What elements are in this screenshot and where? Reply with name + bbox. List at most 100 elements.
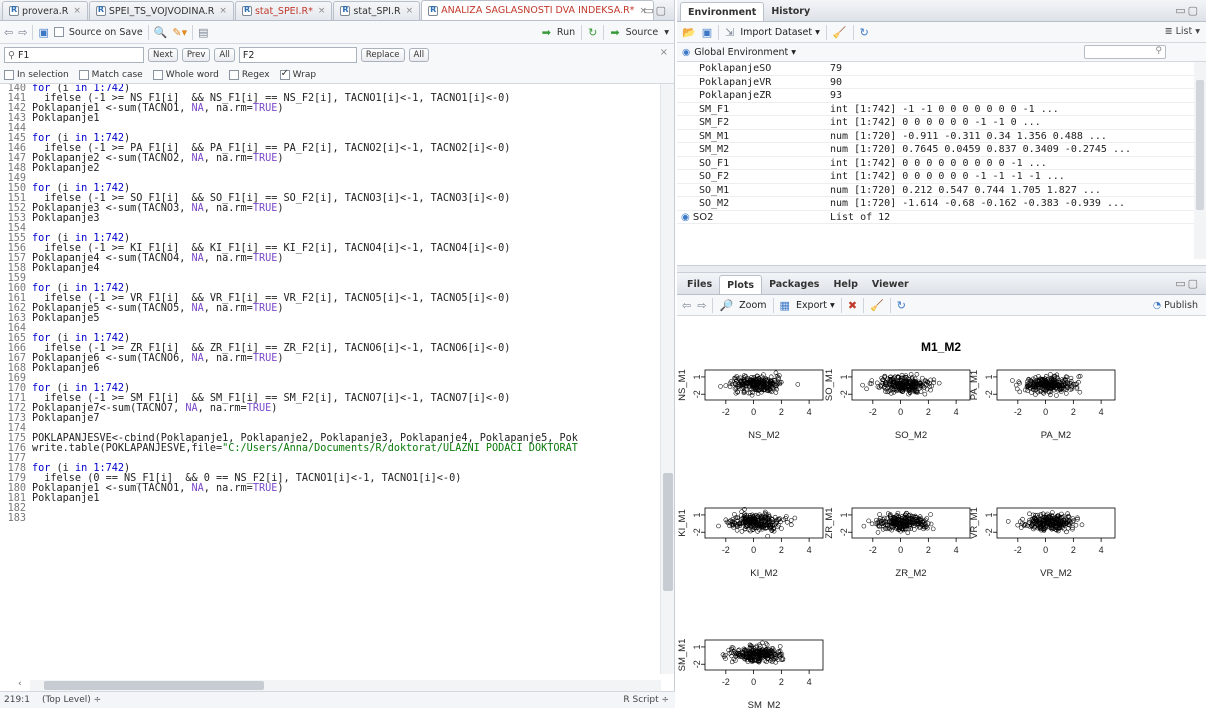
environment-row[interactable]: SM_M1 num [1:720] -0.911 -0.311 0.34 1.35… bbox=[677, 130, 1206, 143]
source-tab[interactable]: stat_SPEI.R* × bbox=[234, 1, 333, 20]
export-icon[interactable]: ▦ bbox=[780, 299, 790, 312]
close-icon[interactable]: × bbox=[318, 6, 326, 16]
pane-splitter[interactable] bbox=[677, 265, 1206, 273]
tab-environment[interactable]: Environment bbox=[680, 2, 765, 21]
environment-row[interactable]: SO_F1 int [1:742] 0 0 0 0 0 0 0 0 0 -1 ..… bbox=[677, 157, 1206, 170]
code-line[interactable]: 153 Poklapanje3 bbox=[0, 213, 675, 224]
code-line[interactable]: 173 Poklapanje7 bbox=[0, 413, 675, 424]
code-line[interactable]: 168 Poklapanje6 bbox=[0, 363, 675, 374]
zoom-button[interactable]: Zoom bbox=[739, 300, 766, 311]
tab-help[interactable]: Help bbox=[826, 275, 864, 294]
back-arrow-icon[interactable]: ⇦ bbox=[682, 299, 691, 312]
scope-dropdown[interactable]: (Top Level) ÷ bbox=[42, 695, 101, 705]
in-selection-option[interactable]: In selection bbox=[4, 69, 69, 80]
checkbox[interactable] bbox=[78, 69, 89, 80]
expand-icon[interactable]: ◉ bbox=[681, 212, 690, 223]
source-tab[interactable]: stat_SPI.R × bbox=[333, 1, 421, 20]
environment-row[interactable]: PoklapanjeZR 93 bbox=[677, 89, 1206, 103]
delete-plot-icon[interactable]: ✖ bbox=[848, 299, 857, 312]
environment-scrollbar[interactable] bbox=[1194, 62, 1206, 259]
code-line[interactable]: 163 Poklapanje5 bbox=[0, 313, 675, 324]
code-line[interactable]: 180 Poklapanje1 <-sum(TACNO1, NA, na.rm=T… bbox=[0, 483, 675, 494]
regex-option[interactable]: Regex bbox=[228, 69, 270, 80]
replace-input[interactable]: F2 bbox=[238, 47, 357, 63]
close-icon[interactable]: × bbox=[73, 6, 81, 16]
code-line[interactable]: 158 Poklapanje4 bbox=[0, 263, 675, 274]
wand-icon[interactable]: ✎▾ bbox=[172, 26, 187, 39]
close-icon[interactable]: × bbox=[406, 6, 414, 16]
source-tab[interactable]: SPEI_TS_VOJVODINA.R × bbox=[88, 1, 234, 20]
scroll-thumb[interactable] bbox=[1196, 80, 1204, 210]
tab-files[interactable]: Files bbox=[680, 275, 719, 294]
checkbox[interactable] bbox=[279, 68, 290, 80]
editor-horizontal-scrollbar[interactable]: ‹ bbox=[18, 679, 661, 691]
source-on-save-checkbox[interactable] bbox=[53, 27, 64, 37]
global-environment-dropdown[interactable]: Global Environment ▾ bbox=[694, 47, 796, 58]
source-tab[interactable]: provera.R × bbox=[2, 1, 88, 20]
find-prev-button[interactable]: Prev bbox=[181, 48, 211, 62]
tab-viewer[interactable]: Viewer bbox=[865, 275, 916, 294]
environment-row[interactable]: SO_F2 int [1:742] 0 0 0 0 0 0 -1 -1 -1 -1… bbox=[677, 170, 1206, 184]
source-tab[interactable]: ANALIZA SAGLASNOSTI DVA INDEKSA.R*× bbox=[421, 0, 654, 20]
code-line[interactable]: 176 write.table(POKLAPANJESVE,file="C:/Us… bbox=[0, 443, 675, 454]
scroll-left-icon[interactable]: ‹ bbox=[18, 679, 22, 689]
code-line[interactable]: 148 Poklapanje2 bbox=[0, 163, 675, 174]
code-line[interactable]: 157 Poklapanje4 <-sum(TACNO4, NA, na.rm=T… bbox=[0, 253, 675, 264]
save-icon[interactable]: ▣ bbox=[38, 26, 48, 39]
environment-row[interactable]: PoklapanjeSO 79 bbox=[677, 62, 1206, 76]
import-dataset-button[interactable]: Import Dataset ▾ bbox=[740, 27, 820, 38]
broom-icon[interactable]: 🧹 bbox=[833, 26, 847, 39]
import-icon[interactable]: ⇲ bbox=[725, 26, 734, 39]
wrap-option[interactable]: Wrap bbox=[279, 68, 316, 80]
environment-row[interactable]: SO_M1 num [1:720] 0.212 0.547 0.744 1.705… bbox=[677, 184, 1206, 197]
run-button[interactable]: Run bbox=[557, 27, 575, 38]
code-line[interactable]: 167 Poklapanje6 <-sum(TACNO6, NA, na.rm=T… bbox=[0, 353, 675, 364]
rerun-icon[interactable]: ↻ bbox=[588, 26, 597, 39]
chevron-down-icon[interactable]: ▾ bbox=[664, 27, 669, 38]
export-button[interactable]: Export ▾ bbox=[796, 300, 835, 311]
window-controls-icon[interactable]: ▭▢ bbox=[1175, 277, 1200, 290]
environment-row[interactable]: SM_F1 int [1:742] -1 -1 0 0 0 0 0 0 0 -1 … bbox=[677, 103, 1206, 116]
scroll-thumb[interactable] bbox=[663, 473, 673, 591]
back-arrow-icon[interactable]: ⇦ bbox=[4, 26, 13, 39]
save-icon[interactable]: ▣ bbox=[702, 26, 712, 39]
tab-history[interactable]: History bbox=[764, 2, 817, 21]
code-editor[interactable]: 140 for (i in 1:742) 141 ifelse (-1 >= NS_… bbox=[0, 84, 675, 691]
tab-plots[interactable]: Plots bbox=[719, 275, 763, 294]
source-button[interactable]: Source bbox=[626, 27, 659, 38]
window-controls-icon[interactable]: ▭▢ bbox=[643, 4, 668, 17]
run-arrow-icon[interactable]: ➡ bbox=[542, 26, 551, 39]
environment-row[interactable]: SM_F2 int [1:742] 0 0 0 0 0 0 -1 -1 0 ... bbox=[677, 116, 1206, 130]
zoom-icon[interactable]: 🔎 bbox=[719, 299, 733, 312]
file-type-dropdown[interactable]: R Script ÷ bbox=[623, 695, 669, 705]
editor-vertical-scrollbar[interactable] bbox=[660, 84, 674, 674]
page-icon[interactable]: ▤ bbox=[198, 26, 208, 39]
refresh-icon[interactable]: ↻ bbox=[860, 26, 869, 39]
publish-button[interactable]: ◔ Publish bbox=[1153, 300, 1198, 311]
open-folder-icon[interactable]: 📂 bbox=[682, 26, 696, 39]
environment-list-row[interactable]: ◉ SO2 List of 12 bbox=[677, 211, 1206, 224]
replace-all-button[interactable]: All bbox=[408, 48, 430, 62]
checkbox[interactable] bbox=[4, 69, 14, 80]
code-line[interactable]: 172 Poklapanje7<-sum(TACNO7, NA, na.rm=TR… bbox=[0, 403, 675, 414]
code-line[interactable]: 147 Poklapanje2 <-sum(TACNO2, NA, na.rm=T… bbox=[0, 153, 675, 164]
scroll-thumb[interactable] bbox=[44, 681, 264, 690]
whole-word-option[interactable]: Whole word bbox=[152, 69, 219, 80]
forward-arrow-icon[interactable]: ⇨ bbox=[18, 26, 27, 39]
forward-arrow-icon[interactable]: ⇨ bbox=[697, 299, 706, 312]
environment-row[interactable]: SM_M2 num [1:720] 0.7645 0.0459 0.837 0.3… bbox=[677, 143, 1206, 157]
code-line[interactable]: 183 bbox=[0, 513, 675, 524]
checkbox[interactable] bbox=[152, 69, 163, 80]
environment-search-input[interactable]: ⚲ bbox=[1084, 45, 1166, 59]
tab-packages[interactable]: Packages bbox=[762, 275, 826, 294]
checkbox[interactable] bbox=[228, 69, 239, 80]
refresh-icon[interactable]: ↻ bbox=[897, 299, 906, 312]
find-next-button[interactable]: Next bbox=[148, 48, 178, 62]
code-line[interactable]: 182 bbox=[0, 503, 675, 514]
close-icon[interactable]: × bbox=[219, 6, 227, 16]
close-icon[interactable]: × bbox=[660, 47, 668, 58]
search-icon[interactable]: 🔍 bbox=[154, 26, 168, 39]
find-all-button[interactable]: All bbox=[214, 48, 235, 62]
find-input[interactable]: ⚲ F1 bbox=[4, 47, 144, 63]
code-line[interactable]: 152 Poklapanje3 <-sum(TACNO3, NA, na.rm=T… bbox=[0, 203, 675, 214]
